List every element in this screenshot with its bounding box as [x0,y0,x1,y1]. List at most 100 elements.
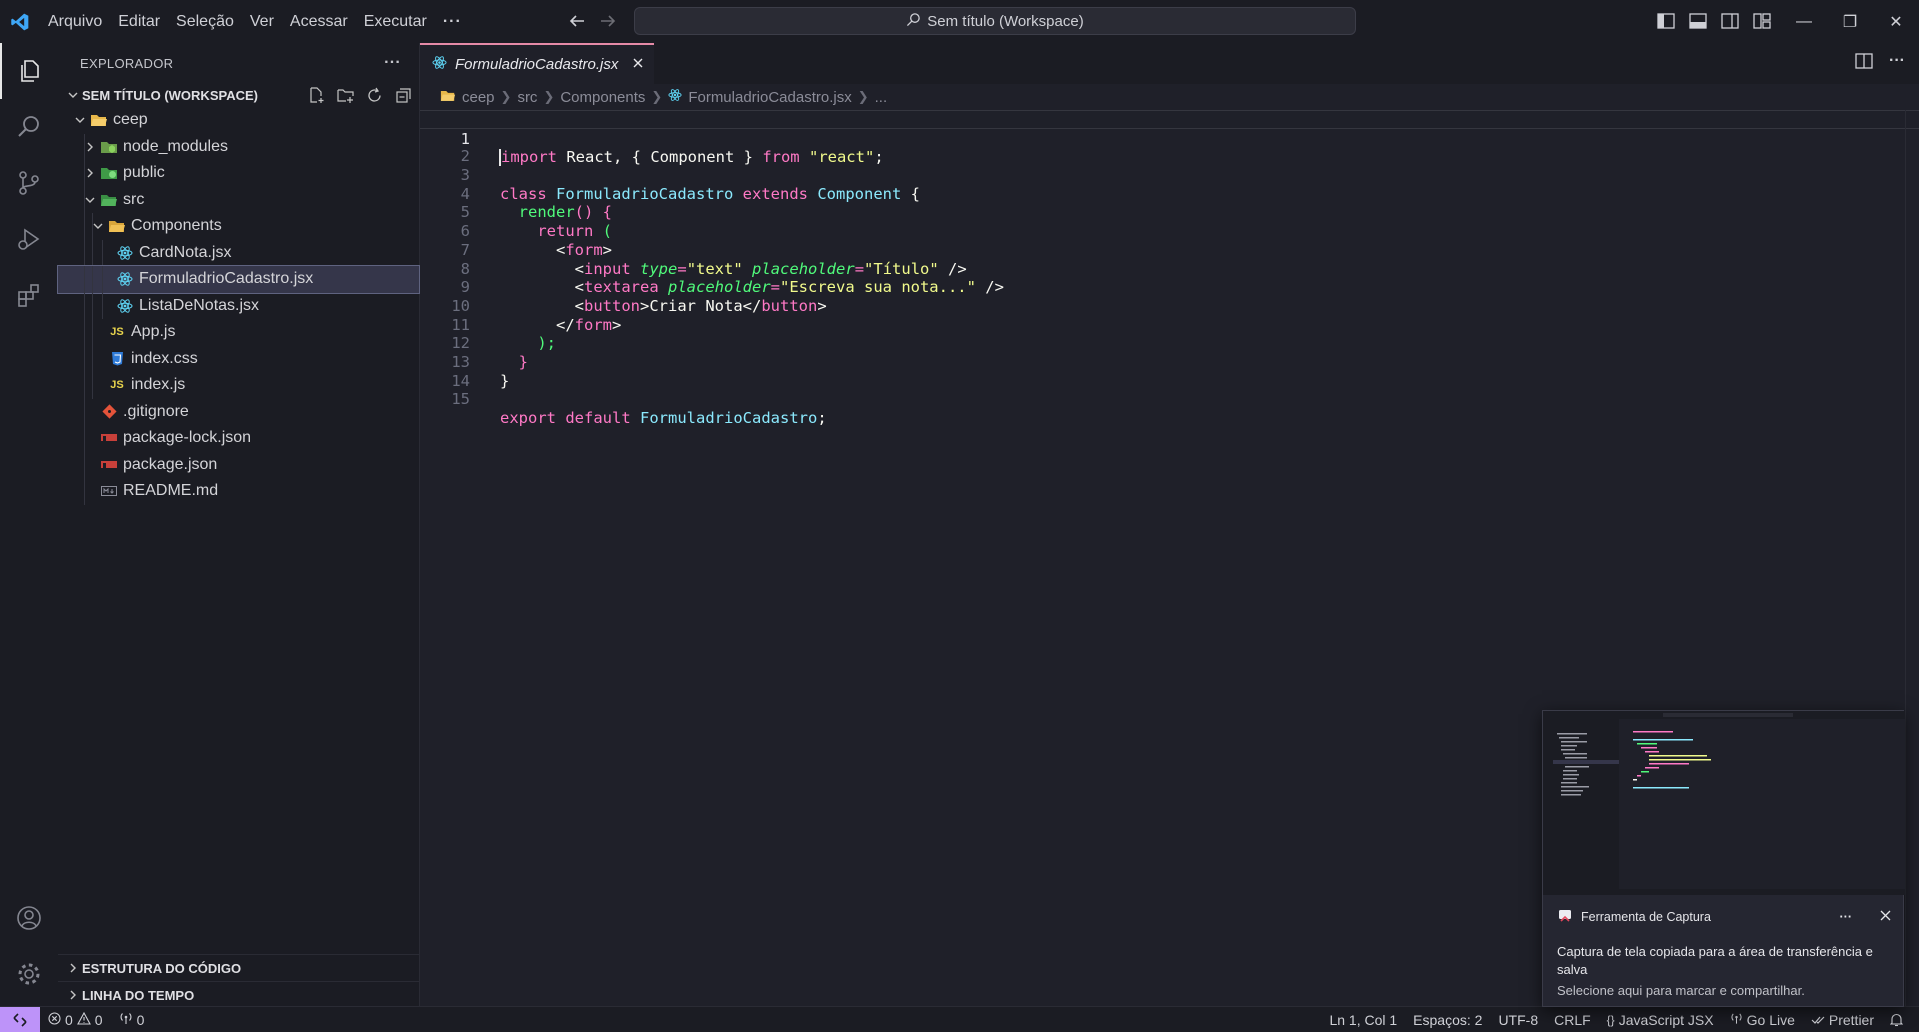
remote-indicator-button[interactable] [0,1006,40,1032]
language-label: JavaScript JSX [1618,1012,1714,1028]
workspace-section-header[interactable]: SEM TÍTULO (WORKSPACE) [58,83,419,107]
tree-item-index-css[interactable]: index.css [58,345,419,372]
tree-item-public[interactable]: public [58,160,419,187]
tab-close-icon[interactable] [632,56,644,73]
public-folder-icon [98,166,120,180]
tree-item-package-lock-json[interactable]: package-lock.json [58,425,419,452]
vscode-logo-icon [0,0,40,43]
tree-item-readme-md[interactable]: README.md [58,478,419,505]
explorer-title: EXPLORADOR [80,55,174,71]
indentation-indicator[interactable]: Espaços: 2 [1405,1012,1490,1028]
menu-more-button[interactable]: ··· [435,0,470,43]
breadcrumb-file[interactable]: FormuladrioCadastro.jsx [688,89,851,106]
tree-item-package-json[interactable]: package.json [58,451,419,478]
timeline-title: LINHA DO TEMPO [82,987,195,1003]
code-line: 3 class FormuladrioCadastro extends Comp… [420,147,1919,203]
notifications-bell-icon[interactable] [1882,1013,1911,1027]
search-icon[interactable] [0,99,58,155]
breadcrumb-ceep[interactable]: ceep [462,89,495,106]
npm-file-icon [98,434,120,442]
toggle-primary-sidebar-icon[interactable] [1655,9,1677,33]
screenshot-thumbnail[interactable] [1543,711,1905,895]
tab-formuladriocadastro[interactable]: FormuladrioCadastro.jsx [420,43,654,84]
refresh-icon[interactable] [364,85,384,105]
code-line: 5 return ( [420,185,1919,240]
code-line: 9 <button>Criar Nota</button> [420,260,1919,315]
source-control-icon[interactable] [0,155,58,211]
chevron-right-icon [64,989,82,1001]
tree-item-gitignore[interactable]: .gitignore [58,398,419,425]
timeline-panel-header[interactable]: LINHA DO TEMPO [58,981,420,1008]
explorer-icon[interactable] [0,43,58,99]
accounts-icon[interactable] [0,890,58,946]
tree-item-node-modules[interactable]: node_modules [58,133,419,160]
notification-more-button[interactable]: ··· [1840,910,1853,924]
extensions-icon[interactable] [0,267,58,323]
encoding-indicator[interactable]: UTF-8 [1490,1012,1546,1028]
menu-ver[interactable]: Ver [242,0,282,43]
tree-item-label: .gitignore [123,402,189,420]
javascript-file-icon: JS [110,379,124,392]
minimize-button[interactable]: — [1781,0,1827,43]
react-file-icon [114,245,136,261]
close-window-button[interactable]: ✕ [1873,0,1919,43]
snipping-tool-notification[interactable]: Ferramenta de Captura ··· Captura de tel… [1542,710,1905,1007]
toggle-secondary-sidebar-icon[interactable] [1719,9,1741,33]
forward-arrow-icon[interactable] [597,10,619,32]
src-folder-icon [98,193,120,207]
css-file-icon [106,351,128,366]
language-mode[interactable]: {} JavaScript JSX [1599,1012,1722,1028]
notification-message: Captura de tela copiada para a área de t… [1557,944,1873,977]
collapse-all-icon[interactable] [393,85,413,105]
menu-selecao[interactable]: Seleção [168,0,242,43]
menu-acessar[interactable]: Acessar [282,0,356,43]
prettier-indicator[interactable]: Prettier [1803,1012,1882,1028]
manage-gear-icon[interactable] [0,946,58,1002]
notification-close-icon[interactable] [1880,910,1891,924]
braces-icon: {} [1606,1013,1615,1027]
cursor-position[interactable]: Ln 1, Col 1 [1321,1012,1405,1028]
eol-indicator[interactable]: CRLF [1546,1012,1599,1028]
ports-indicator[interactable]: 0 [111,1012,153,1028]
git-file-icon [98,404,120,419]
tree-item-formuladriocadastro[interactable]: FormuladrioCadastro.jsx [57,265,420,294]
new-file-icon[interactable] [306,85,326,105]
menu-arquivo[interactable]: Arquivo [40,0,110,43]
tree-item-label: App.js [131,323,176,341]
back-arrow-icon[interactable] [566,10,588,32]
tree-item-src[interactable]: src [58,186,419,213]
breadcrumb-components[interactable]: Components [560,89,645,106]
command-center-search[interactable]: Sem título (Workspace) [634,7,1356,35]
breadcrumb-more[interactable]: ... [875,89,888,106]
chevron-down-icon [64,89,82,101]
tree-item-app-js[interactable]: JS App.js [58,319,419,346]
snipping-tool-icon [1557,908,1573,927]
notification-submessage: Selecione aqui para marcar e compartilha… [1557,983,1805,998]
tree-item-index-js[interactable]: JS index.js [58,372,419,399]
markdown-file-icon [98,486,120,497]
menu-editar[interactable]: Editar [110,0,168,43]
breadcrumb-src[interactable]: src [517,89,537,106]
explorer-more-button[interactable]: ··· [384,54,401,72]
tree-item-label: index.css [131,349,198,367]
tree-item-ceep[interactable]: ceep [58,107,419,134]
code-line: 7 <input type="text" placeholder="Título… [420,222,1919,278]
menu-executar[interactable]: Executar [356,0,435,43]
split-editor-icon[interactable] [1855,53,1873,73]
editor-vertical-scrollbar[interactable] [1905,110,1919,1006]
restore-button[interactable]: ❐ [1827,0,1873,43]
tree-item-label: ceep [113,111,148,129]
tree-item-components[interactable]: Components [58,213,419,240]
editor-more-icon[interactable]: ··· [1889,53,1905,73]
customize-layout-icon[interactable] [1751,9,1773,33]
outline-panel-header[interactable]: ESTRUTURA DO CÓDIGO [58,954,420,981]
tree-item-label: public [123,164,165,182]
toggle-panel-icon[interactable] [1687,9,1709,33]
run-debug-icon[interactable] [0,211,58,267]
tree-item-listadenotas[interactable]: ListaDeNotas.jsx [58,292,419,319]
new-folder-icon[interactable] [335,85,355,105]
tree-item-cardnota[interactable]: CardNota.jsx [58,239,419,266]
go-live-button[interactable]: Go Live [1722,1012,1803,1028]
outline-title: ESTRUTURA DO CÓDIGO [82,960,242,976]
problems-indicator[interactable]: 0 0 [40,1011,111,1028]
